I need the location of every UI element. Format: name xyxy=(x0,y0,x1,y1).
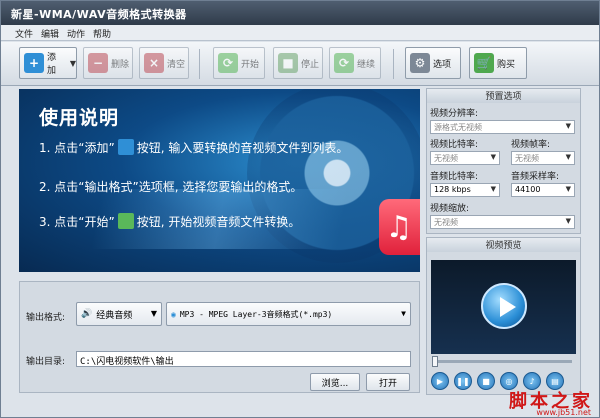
instructions-banner: 使用说明 1. 点击“添加” 按钮, 输入要转换的音视频文件到列表。 2. 点击“… xyxy=(19,89,420,272)
film-add-icon: + xyxy=(24,53,44,73)
resume-icon: ⟳ xyxy=(334,53,354,73)
banner-step-3: 3. 点击“开始” 按钮, 开始视频音频文件转换。 xyxy=(39,213,300,230)
resolution-value: 源格式无视频 xyxy=(434,123,482,132)
format-category-select[interactable]: 🔊 经典音频 ▼ xyxy=(76,302,162,326)
output-dir-label: 输出目录: xyxy=(26,357,66,367)
menu-action[interactable]: 动作 xyxy=(67,27,85,40)
menu-file[interactable]: 文件 xyxy=(15,27,33,40)
step-3-text: 3. 点击“开始” xyxy=(39,215,115,229)
video-preview-screen xyxy=(431,260,576,354)
frame-rate-value: 无视频 xyxy=(515,154,539,163)
preset-title: 预置选项 xyxy=(427,89,580,103)
toolbar-separator xyxy=(393,49,394,79)
pause-button[interactable]: ❚❚ xyxy=(454,372,472,390)
play-icon[interactable] xyxy=(481,283,527,329)
video-bitrate-value: 无视频 xyxy=(434,154,458,163)
play-triangle xyxy=(500,297,516,317)
sample-rate-label: 音频采样率: xyxy=(511,172,560,182)
step-1-text-rest: 按钮, 输入要转换的音视频文件到列表。 xyxy=(136,141,349,155)
sample-rate-select[interactable]: 44100 ▼ xyxy=(511,183,575,197)
menu-help[interactable]: 帮助 xyxy=(93,27,111,40)
output-format-value: MP3 - MPEG Layer-3音频格式(*.mp3) xyxy=(179,309,333,319)
watermark-url: www.jb51.net xyxy=(536,408,591,417)
film-clear-icon: × xyxy=(144,53,164,73)
audio-bitrate-value: 128 kbps xyxy=(434,185,471,194)
video-bitrate-select[interactable]: 无视频 ▼ xyxy=(430,151,500,165)
video-zoom-value: 无视频 xyxy=(434,218,458,227)
audio-bitrate-select[interactable]: 128 kbps ▼ xyxy=(430,183,500,197)
chevron-down-icon: ▼ xyxy=(69,58,76,68)
speaker-icon: 🔊 xyxy=(81,309,93,319)
app-window: 新星-WMA/WAV音频格式转换器 文件 编辑 动作 帮助 + 添加 ▼ − 删… xyxy=(0,0,600,418)
play-button[interactable]: ▶ xyxy=(431,372,449,390)
banner-step-1: 1. 点击“添加” 按钮, 输入要转换的音视频文件到列表。 xyxy=(39,139,348,156)
audio-bitrate-label: 音频比特率: xyxy=(430,172,479,182)
film-add-icon xyxy=(117,139,134,155)
video-zoom-select[interactable]: 无视频 ▼ xyxy=(430,215,575,229)
preset-panel: 预置选项 视频分辨率: 源格式无视频 ▼ 视频比特率: 视频帧率: 无视频 ▼ 无视… xyxy=(426,88,581,234)
options-button[interactable]: ⚙ 选项 xyxy=(405,47,461,79)
resolution-label: 视频分辨率: xyxy=(430,109,479,119)
banner-step-2: 2. 点击“输出格式”选项框, 选择您要输出的格式。 xyxy=(39,180,303,194)
sample-rate-value: 44100 xyxy=(515,185,541,194)
window-title: 新星-WMA/WAV音频格式转换器 xyxy=(11,8,187,21)
cart-icon: 🛒 xyxy=(474,53,494,73)
chevron-down-icon: ▼ xyxy=(401,309,406,318)
start-button[interactable]: ⟳ 开始 xyxy=(213,47,265,79)
preview-title: 视频预览 xyxy=(427,238,580,252)
video-zoom-label: 视频缩放: xyxy=(430,204,470,214)
chevron-down-icon: ▼ xyxy=(490,153,496,161)
step-3-text-rest: 按钮, 开始视频音频文件转换。 xyxy=(136,215,301,229)
film-delete-icon: − xyxy=(88,53,108,73)
resolution-select[interactable]: 源格式无视频 ▼ xyxy=(430,120,575,134)
stop-button-preview[interactable]: ■ xyxy=(477,372,495,390)
video-bitrate-label: 视频比特率: xyxy=(430,140,479,150)
delete-button[interactable]: − 删除 xyxy=(83,47,133,79)
chevron-down-icon: ▼ xyxy=(565,153,571,161)
refresh-icon xyxy=(117,213,134,229)
clear-button[interactable]: × 清空 xyxy=(139,47,189,79)
chevron-down-icon: ▼ xyxy=(565,122,571,130)
stop-button[interactable]: ■ 停止 xyxy=(273,47,323,79)
format-category-value: 经典音频 xyxy=(96,310,133,321)
menu-edit[interactable]: 编辑 xyxy=(41,27,59,40)
output-format-label: 输出格式: xyxy=(26,313,66,323)
frame-rate-label: 视频帧率: xyxy=(511,140,551,150)
audio-format-icon: ◉ xyxy=(171,309,176,319)
browse-button[interactable]: 浏览... xyxy=(310,373,360,391)
preview-panel: 视频预览 ▶ ❚❚ ■ ◎ ♪ ▤ xyxy=(426,237,581,395)
output-dir-field[interactable]: C:\闪电视频软件\输出 xyxy=(76,351,411,367)
add-button[interactable]: + 添加 ▼ xyxy=(19,47,77,79)
output-format-select[interactable]: ◉ MP3 - MPEG Layer-3音频格式(*.mp3) ▼ xyxy=(166,302,411,326)
stop-icon: ■ xyxy=(278,53,298,73)
open-button[interactable]: 打开 xyxy=(366,373,410,391)
toolbar-separator xyxy=(199,49,200,79)
refresh-icon: ⟳ xyxy=(218,53,238,73)
seek-slider[interactable] xyxy=(432,356,572,367)
menu-bar: 文件 编辑 动作 帮助 xyxy=(1,25,599,41)
title-bar[interactable]: 新星-WMA/WAV音频格式转换器 xyxy=(1,1,599,25)
chevron-down-icon: ▼ xyxy=(150,309,157,318)
banner-title: 使用说明 xyxy=(39,107,120,129)
frame-rate-select[interactable]: 无视频 ▼ xyxy=(511,151,575,165)
chevron-down-icon: ▼ xyxy=(565,217,571,225)
chevron-down-icon: ▼ xyxy=(490,185,496,193)
seek-slider-handle[interactable] xyxy=(432,356,438,367)
gear-icon: ⚙ xyxy=(410,53,430,73)
music-note-icon: ♫ xyxy=(379,199,420,255)
chevron-down-icon: ▼ xyxy=(565,185,571,193)
step-1-text: 1. 点击“添加” xyxy=(39,141,115,155)
toolbar: + 添加 ▼ − 删除 × 清空 ⟳ 开始 ■ 停止 ⟳ 继续 ⚙ 选项 🛒 购… xyxy=(1,42,599,86)
buy-button[interactable]: 🛒 购买 xyxy=(469,47,527,79)
resume-button[interactable]: ⟳ 继续 xyxy=(329,47,381,79)
output-panel: 输出格式: 🔊 经典音频 ▼ ◉ MP3 - MPEG Layer-3音频格式(… xyxy=(19,281,420,393)
